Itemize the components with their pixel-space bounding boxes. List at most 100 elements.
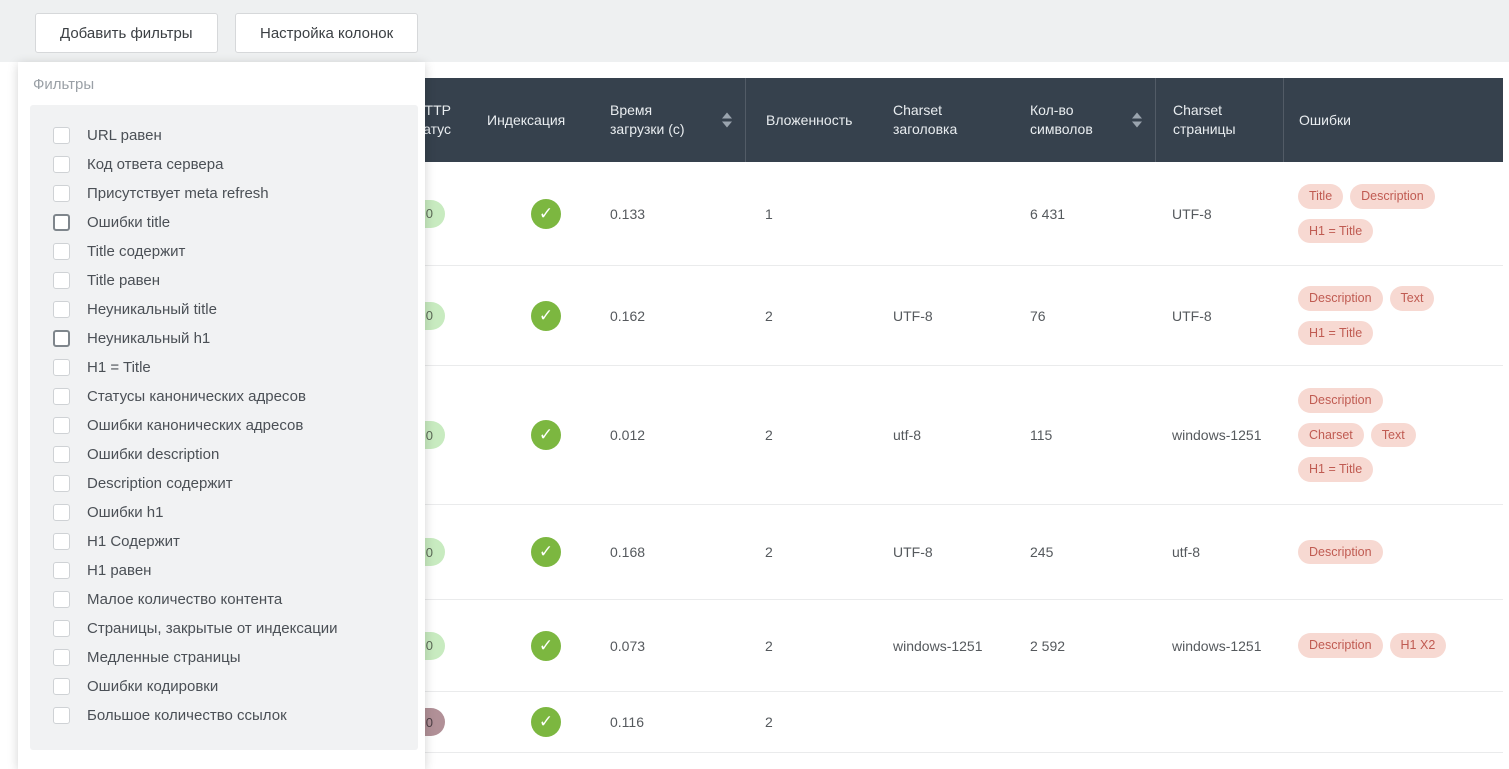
charset-header-cell: windows-1251 — [893, 637, 983, 654]
load-time-cell: 0.133 — [610, 205, 646, 222]
filter-option[interactable]: H1 Содержит — [30, 527, 418, 556]
symbols-count-cell: 76 — [1030, 307, 1046, 324]
load-time-cell: 0.162 — [610, 307, 646, 324]
filter-option-label: Присутствует meta refresh — [87, 185, 269, 202]
filter-option-label: H1 Содержит — [87, 533, 180, 550]
filter-checkbox[interactable] — [53, 446, 70, 463]
filter-checkbox[interactable] — [53, 330, 70, 347]
filter-option[interactable]: Title равен — [30, 266, 418, 295]
filter-checkbox[interactable] — [53, 475, 70, 492]
filter-option-label: Ошибки канонических адресов — [87, 417, 304, 434]
error-badge: H1 = Title — [1298, 218, 1374, 243]
sort-icon[interactable] — [722, 112, 732, 128]
filter-option[interactable]: Ошибки канонических адресов — [30, 411, 418, 440]
filter-checkbox[interactable] — [53, 620, 70, 637]
error-badge: Description — [1298, 539, 1383, 565]
filter-option[interactable]: Большое количество ссылок — [30, 701, 418, 730]
filter-option-label: Description содержит — [87, 475, 233, 492]
nesting-cell: 2 — [765, 427, 773, 443]
symbols-count-cell: 115 — [1030, 427, 1053, 443]
symbols-count-cell: 2 592 — [1030, 637, 1066, 654]
filter-checkbox[interactable] — [53, 649, 70, 666]
filter-option[interactable]: URL равен — [30, 121, 418, 150]
table-row: 0 ✓ 0.162 2 UTF-8 76 UTF-8 Description Te… — [330, 266, 1503, 366]
column-header-indexing: Индексация — [487, 111, 566, 128]
load-time-cell: 0.073 — [610, 637, 646, 654]
filter-checkbox[interactable] — [53, 707, 70, 724]
column-header-symbols-count[interactable]: Кол-во символов — [1010, 78, 1155, 162]
filter-option[interactable]: Title содержит — [30, 237, 418, 266]
nesting-cell: 1 — [765, 205, 773, 222]
error-badge: H1 = Title — [1298, 457, 1374, 482]
indexed-check-icon: ✓ — [531, 630, 561, 661]
filter-option[interactable]: Код ответа сервера — [30, 150, 418, 179]
error-badge: H1 X2 — [1389, 633, 1447, 658]
filter-option[interactable]: Ошибки h1 — [30, 498, 418, 527]
filter-checkbox[interactable] — [53, 301, 70, 318]
nesting-cell: 2 — [765, 307, 773, 324]
filter-option-label: Неуникальный title — [87, 301, 217, 318]
filter-checkbox[interactable] — [53, 272, 70, 289]
topbar: Добавить фильтры Настройка колонок — [0, 0, 1509, 62]
error-badge: Description — [1298, 388, 1383, 413]
filter-option[interactable]: Малое количество контента — [30, 585, 418, 614]
load-time-cell: 0.012 — [610, 427, 646, 443]
filter-checkbox[interactable] — [53, 417, 70, 434]
indexed-check-icon: ✓ — [531, 707, 561, 737]
errors-cell: Description H1 X2 — [1283, 633, 1503, 658]
filter-checkbox[interactable] — [53, 359, 70, 376]
filter-checkbox[interactable] — [53, 388, 70, 405]
table-row: 0 ✓ 0.116 2 — [330, 692, 1503, 753]
filter-checkbox[interactable] — [53, 533, 70, 550]
indexed-check-icon: ✓ — [531, 198, 561, 229]
filter-option[interactable]: Медленные страницы — [30, 643, 418, 672]
filter-checkbox[interactable] — [53, 504, 70, 521]
filter-checkbox[interactable] — [53, 214, 70, 231]
error-badge: Text — [1370, 422, 1416, 448]
filter-option-label: Неуникальный h1 — [87, 330, 211, 347]
filter-option[interactable]: Ошибки title — [30, 208, 418, 237]
filter-option[interactable]: H1 = Title — [30, 353, 418, 382]
charset-page-cell: UTF-8 — [1172, 307, 1212, 324]
error-badge: Charset — [1298, 422, 1364, 448]
table-row: 0 ✓ 0.073 2 windows-1251 2 592 windows-1… — [330, 600, 1503, 692]
nesting-cell: 2 — [765, 714, 773, 730]
filter-option[interactable]: Ошибки кодировки — [30, 672, 418, 701]
error-badge: Description — [1298, 286, 1383, 311]
filter-checkbox[interactable] — [53, 678, 70, 695]
filter-option-label: Ошибки h1 — [87, 504, 164, 521]
error-badge: Text — [1389, 286, 1435, 311]
filter-option[interactable]: Присутствует meta refresh — [30, 179, 418, 208]
filter-option[interactable]: Description содержит — [30, 469, 418, 498]
filter-option-label: Статусы канонических адресов — [87, 388, 306, 405]
charset-page-cell: UTF-8 — [1172, 205, 1212, 222]
charset-header-cell: UTF-8 — [893, 307, 933, 324]
column-header-nesting: Вложенность — [745, 78, 875, 162]
add-filters-button[interactable]: Добавить фильтры — [35, 13, 218, 53]
filter-option-label: Большое количество ссылок — [87, 707, 287, 724]
filters-dropdown: Фильтры URL равен Код ответа сервера При… — [18, 62, 425, 769]
column-header-load-time[interactable]: Время загрузки (с) — [590, 78, 745, 162]
filter-option-label: H1 равен — [87, 562, 152, 579]
sort-icon[interactable] — [1132, 112, 1142, 128]
filter-checkbox[interactable] — [53, 127, 70, 144]
filter-option[interactable]: Неуникальный title — [30, 295, 418, 324]
filter-checkbox[interactable] — [53, 185, 70, 202]
nesting-cell: 2 — [765, 637, 773, 654]
filter-option-label: Код ответа сервера — [87, 156, 224, 173]
filter-checkbox[interactable] — [53, 156, 70, 173]
load-time-cell: 0.168 — [610, 544, 646, 560]
filter-checkbox[interactable] — [53, 562, 70, 579]
column-header-errors: Ошибки — [1283, 78, 1503, 162]
filter-option[interactable]: H1 равен — [30, 556, 418, 585]
filter-option[interactable]: Ошибки description — [30, 440, 418, 469]
filter-checkbox[interactable] — [53, 243, 70, 260]
filter-option[interactable]: Статусы канонических адресов — [30, 382, 418, 411]
charset-header-cell: UTF-8 — [893, 544, 933, 560]
filter-checkbox[interactable] — [53, 591, 70, 608]
column-settings-button[interactable]: Настройка колонок — [235, 13, 419, 53]
filter-option-label: URL равен — [87, 127, 162, 144]
symbols-count-cell: 245 — [1030, 544, 1054, 560]
filter-option[interactable]: Страницы, закрытые от индексации — [30, 614, 418, 643]
filter-option[interactable]: Неуникальный h1 — [30, 324, 418, 353]
